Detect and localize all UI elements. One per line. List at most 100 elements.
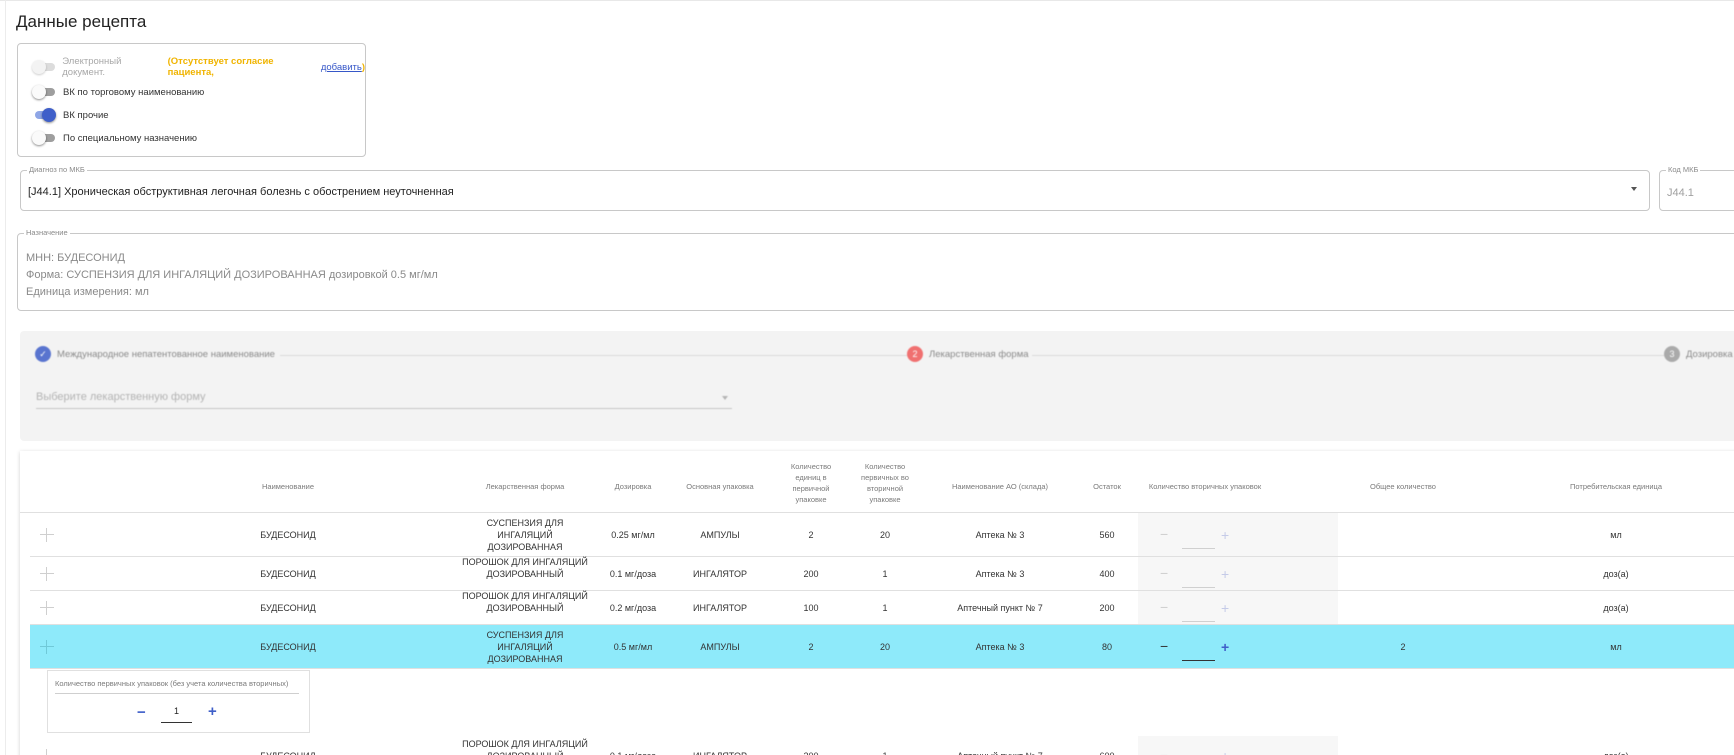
cell-primary-in-secondary: 1	[882, 603, 888, 613]
cell-consumer-unit: доз(а)	[1603, 603, 1629, 613]
step-dose-label: Дозировка	[1686, 348, 1733, 360]
left-divider	[5, 0, 6, 755]
form-select[interactable]: Выберите лекарственную форму	[36, 387, 732, 409]
step-form-label: Лекарственная форма	[929, 348, 1029, 360]
purpose-field: Назначение МНН: БУДЕСОНИД Форма: СУСПЕНЗ…	[17, 228, 1734, 311]
expand-plus-icon[interactable]	[40, 601, 54, 615]
cell-consumer-unit: мл	[1610, 530, 1622, 540]
step-dose[interactable]: 3 Дозировка	[1664, 346, 1733, 362]
secondary-count-input[interactable]	[1182, 742, 1215, 755]
electronic-doc-toggle[interactable]	[32, 60, 55, 74]
cell-name: БУДЕСОНИД	[260, 603, 316, 613]
cell-pack: ИНГАЛЯТОР	[680, 750, 760, 755]
step-form[interactable]: 2 Лекарственная форма	[907, 346, 1029, 362]
cell-units-primary: 2	[808, 642, 814, 652]
cell-units-primary: 200	[803, 569, 819, 579]
consent-note: (Отсутствует согласие пациента,	[167, 56, 274, 78]
form-select-placeholder: Выберите лекарственную форму	[36, 391, 206, 403]
cell-primary-in-secondary: 1	[865, 750, 905, 755]
vk-trade-label: ВК по торговому наименованию	[63, 86, 205, 98]
table-row[interactable]: − + БУДЕСОНИД СУСПЕНЗИЯ ДЛЯ ИНГАЛЯЦИЙ ДОЗИР…	[30, 625, 1734, 669]
table-header: Наименование Лекарственная форма Дозиров…	[20, 451, 1734, 513]
cell-ao-name: Аптечный пункт № 7	[957, 603, 1043, 613]
col-primary-in-secondary[interactable]: Количество первичных во вторичной упаков…	[858, 461, 912, 505]
secondary-plus-button[interactable]: +	[1221, 639, 1229, 655]
col-secondary-count[interactable]: Количество вторичных упаковок	[1135, 481, 1275, 492]
cell-total: 2	[1400, 642, 1406, 652]
vk-trade-row: ВК по торговому наименованию	[32, 84, 204, 100]
secondary-plus-button[interactable]: +	[1221, 527, 1229, 543]
cell-dose: 0.1 мг/доза	[609, 569, 657, 579]
cell-form: ПОРОШОК ДЛЯ ИНГАЛЯЦИЙ ДОЗИРОВАННЫЙ	[462, 557, 588, 579]
secondary-count-input[interactable]	[1182, 633, 1215, 661]
col-name[interactable]: Наименование	[248, 481, 328, 492]
cell-dose: 0.2 мг/доза	[609, 603, 657, 613]
expand-plus-icon[interactable]	[40, 640, 54, 654]
cell-ao-name: Аптечный пункт № 7	[940, 750, 1060, 755]
col-dose[interactable]: Дозировка	[608, 481, 658, 492]
col-form[interactable]: Лекарственная форма	[475, 481, 575, 492]
cell-consumer-unit: доз(а)	[1556, 750, 1676, 755]
chevron-down-icon[interactable]	[1631, 187, 1637, 191]
cell-units-primary: 100	[803, 603, 819, 613]
cell-consumer-unit: доз(а)	[1603, 569, 1629, 579]
secondary-count-input[interactable]	[1182, 521, 1215, 549]
secondary-count-stepper: −+	[1138, 557, 1338, 590]
vk-other-row: ВК прочие	[32, 107, 109, 123]
diagnosis-select[interactable]: Диагноз по МКБ [J44.1] Хроническая обстр…	[20, 165, 1650, 211]
secondary-plus-button[interactable]: +	[1221, 566, 1229, 582]
primary-pack-plus-button[interactable]: +	[208, 703, 217, 720]
col-ao-name[interactable]: Наименование АО (склада)	[940, 481, 1060, 492]
diagnosis-value: [J44.1] Хроническая обструктивная легочн…	[28, 186, 454, 198]
col-consumer-unit[interactable]: Потребительская единица	[1556, 481, 1676, 492]
cell-form: ПОРОШОК ДЛЯ ИНГАЛЯЦИЙ ДОЗИРОВАННЫЙ	[462, 591, 588, 613]
expand-plus-icon[interactable]	[40, 567, 54, 581]
col-pack[interactable]: Основная упаковка	[680, 481, 760, 492]
col-units-primary[interactable]: Количество единиц в первичной упаковке	[787, 461, 835, 505]
step-dose-number: 3	[1664, 346, 1680, 362]
cell-pack: ИНГАЛЯТОР	[693, 603, 747, 613]
secondary-plus-button[interactable]: +	[1221, 600, 1229, 616]
col-total[interactable]: Общее количество	[1343, 481, 1463, 492]
mkb-code-value: J44.1	[1667, 187, 1694, 199]
secondary-count-input[interactable]	[1182, 594, 1215, 622]
cell-stock: 600	[1087, 750, 1127, 755]
secondary-count-input[interactable]	[1182, 560, 1215, 588]
secondary-minus-button[interactable]: −	[1160, 638, 1168, 654]
purpose-mnn: МНН: БУДЕСОНИД	[26, 252, 125, 264]
cell-units-primary: 200	[791, 750, 831, 755]
cell-consumer-unit: мл	[1610, 642, 1622, 652]
expand-plus-icon[interactable]	[40, 749, 54, 755]
cell-stock: 400	[1099, 569, 1115, 579]
cell-form: СУСПЕНЗИЯ ДЛЯ ИНГАЛЯЦИЙ ДОЗИРОВАННАЯ	[486, 518, 564, 552]
secondary-minus-button[interactable]: −	[1160, 526, 1168, 542]
add-consent-link[interactable]: добавить	[321, 62, 362, 73]
vk-other-toggle[interactable]	[32, 108, 56, 122]
primary-pack-input[interactable]: 1	[161, 701, 192, 723]
step-mnn[interactable]: ✓ Международное непатентованное наименов…	[35, 346, 275, 362]
cell-dose: 0.5 мг/мл	[613, 642, 653, 652]
secondary-minus-button[interactable]: −	[1160, 747, 1168, 755]
consent-close: )	[361, 61, 365, 73]
table-row[interactable]: −+БУДЕСОНИДПОРОШОК ДЛЯ ИНГАЛЯЦИЙ ДОЗИРОВ…	[30, 591, 1734, 625]
special-toggle[interactable]	[32, 131, 56, 145]
table-row[interactable]: −+БУДЕСОНИДПОРОШОК ДЛЯ ИНГАЛЯЦИЙ ДОЗИРОВ…	[30, 736, 1734, 755]
secondary-minus-button[interactable]: −	[1160, 565, 1168, 581]
cell-pack: ИНГАЛЯТОР	[693, 569, 747, 579]
step-connector	[280, 355, 915, 356]
expand-plus-icon[interactable]	[40, 528, 54, 542]
cell-pack: АМПУЛЫ	[700, 530, 740, 540]
mkb-code-field: Код МКБ J44.1	[1659, 165, 1734, 211]
secondary-minus-button[interactable]: −	[1160, 599, 1168, 615]
vk-trade-toggle[interactable]	[32, 85, 56, 99]
secondary-plus-button[interactable]: +	[1221, 748, 1229, 755]
special-row: По специальному назначению	[32, 130, 197, 146]
primary-pack-minus-button[interactable]: −	[137, 704, 146, 721]
cell-stock: 200	[1099, 603, 1115, 613]
secondary-count-stepper: −+	[1138, 591, 1338, 624]
cell-primary-in-secondary: 20	[879, 530, 890, 540]
col-stock[interactable]: Остаток	[1087, 481, 1127, 492]
page-title: Данные рецепта	[16, 12, 147, 31]
table-row[interactable]: − + БУДЕСОНИД СУСПЕНЗИЯ ДЛЯ ИНГАЛЯЦИЙ ДОЗИР…	[30, 513, 1734, 557]
table-row[interactable]: −+БУДЕСОНИДПОРОШОК ДЛЯ ИНГАЛЯЦИЙ ДОЗИРОВ…	[30, 557, 1734, 591]
